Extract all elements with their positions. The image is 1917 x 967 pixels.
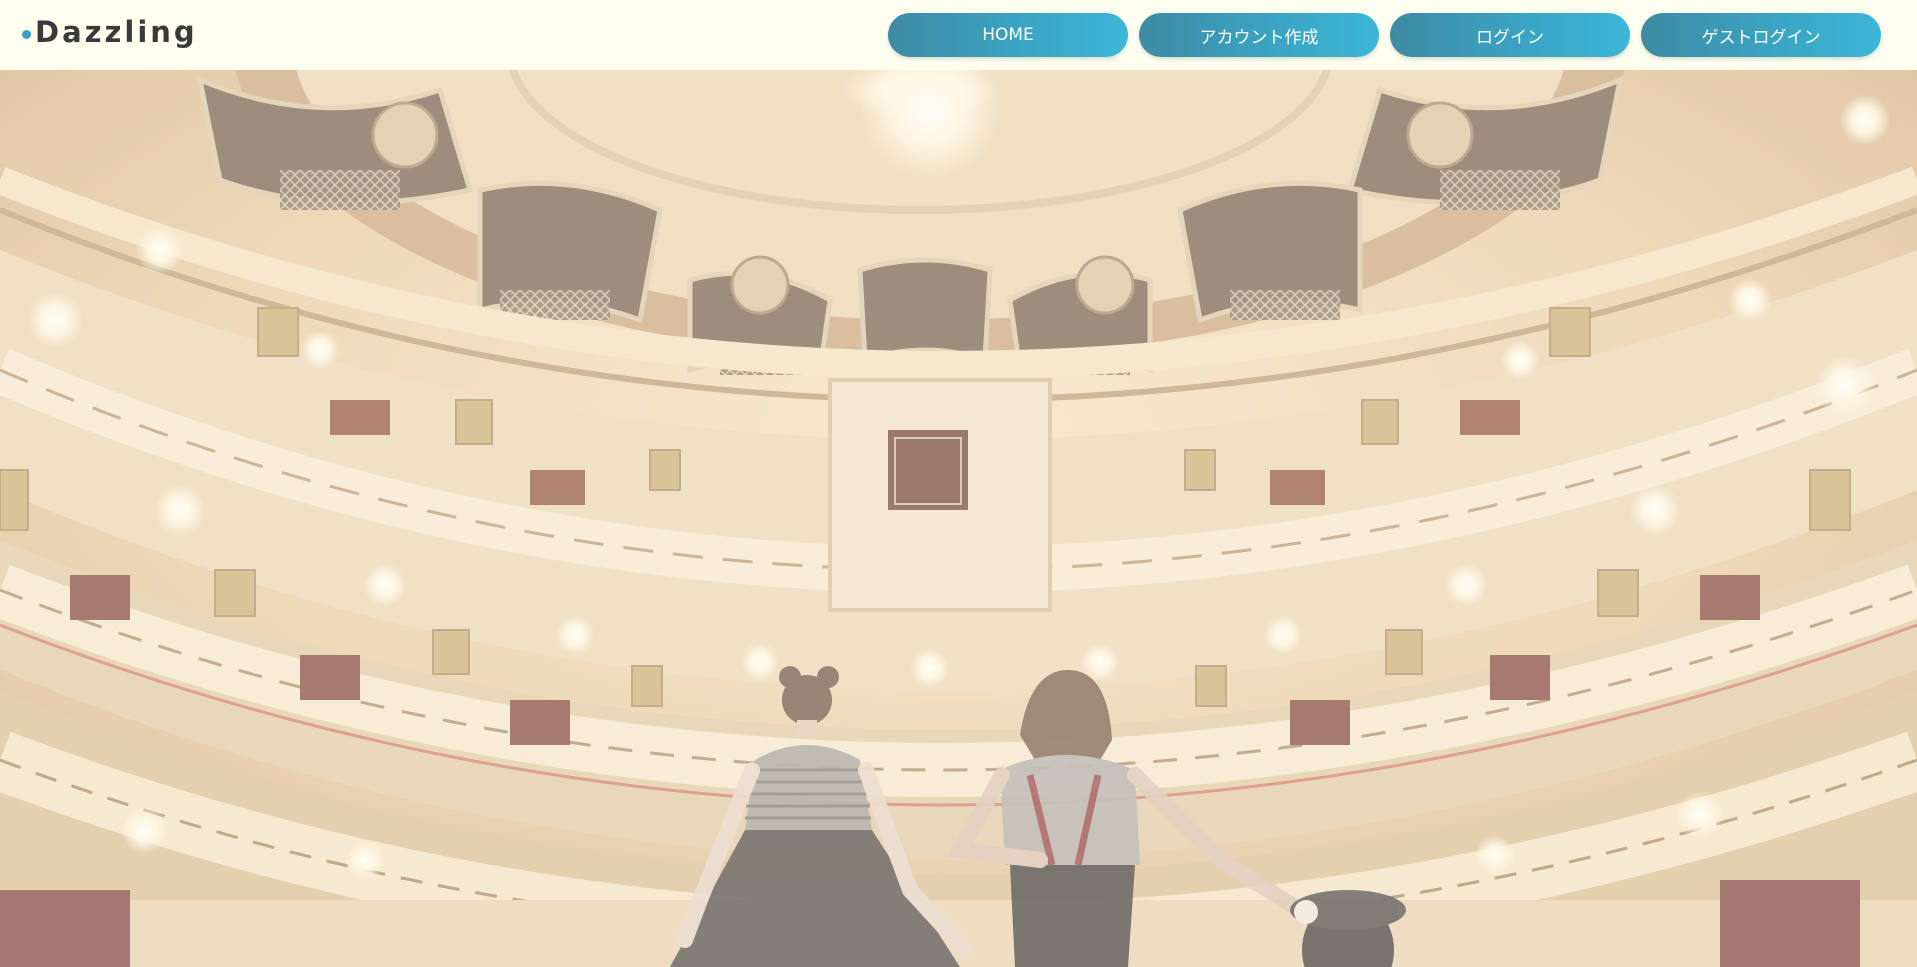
logo-text: Dazzling	[35, 15, 198, 49]
nav-home-button[interactable]: HOME	[888, 13, 1128, 57]
site-header: Dazzling HOME アカウント作成 ログイン ゲストログイン	[0, 0, 1917, 70]
nav-create-account-button[interactable]: アカウント作成	[1139, 13, 1379, 57]
main-nav: HOME アカウント作成 ログイン ゲストログイン	[888, 13, 1881, 57]
nav-login-button[interactable]: ログイン	[1390, 13, 1630, 57]
hero-image	[0, 70, 1917, 967]
site-logo[interactable]: Dazzling	[22, 12, 198, 52]
theater-interior-illustration	[0, 70, 1917, 967]
logo-dot-icon	[22, 29, 31, 39]
nav-guest-login-button[interactable]: ゲストログイン	[1641, 13, 1881, 57]
